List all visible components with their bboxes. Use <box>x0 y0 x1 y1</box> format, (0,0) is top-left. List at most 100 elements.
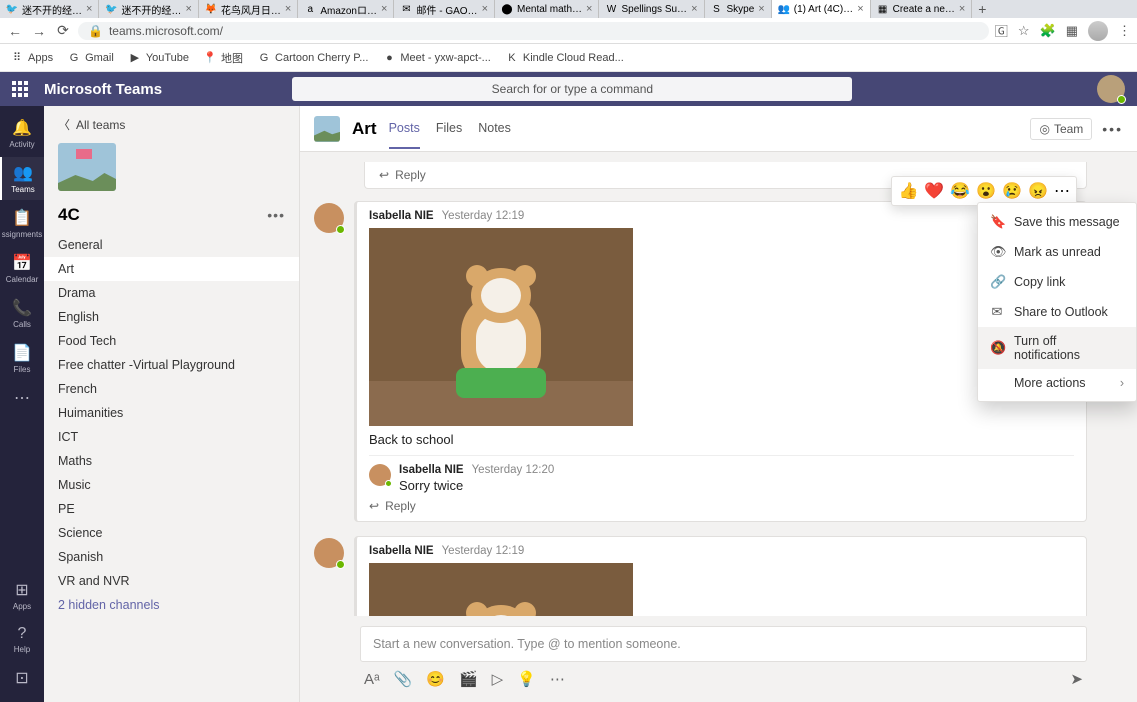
grid-icon[interactable]: ▦ <box>1066 23 1078 39</box>
channel-tab-files[interactable]: Files <box>436 109 462 149</box>
all-teams-link[interactable]: 〈All teams <box>44 106 299 143</box>
team-pill[interactable]: ◎Team <box>1030 118 1092 140</box>
browser-tab[interactable]: 👥(1) Art (4C)…× <box>772 0 871 18</box>
browser-tab[interactable]: 🐦迷不开的经…× <box>99 0 198 18</box>
reaction-emoji[interactable]: 😠 <box>1028 181 1048 201</box>
channel-item[interactable]: Drama <box>44 281 299 305</box>
menu-item[interactable]: 🔕Turn off notifications <box>978 327 1136 369</box>
channel-item[interactable]: Spanish <box>44 545 299 569</box>
rail-item-calls[interactable]: 📞Calls <box>0 292 44 335</box>
browser-tab[interactable]: ▦Create a ne…× <box>871 0 973 18</box>
channel-item[interactable]: French <box>44 377 299 401</box>
compose-tool[interactable]: ▷ <box>492 670 504 688</box>
rail-item-[interactable]: ⋯ <box>0 382 44 414</box>
rail-item-activity[interactable]: 🔔Activity <box>0 112 44 155</box>
reaction-emoji[interactable]: 😢 <box>1002 181 1022 201</box>
close-icon[interactable]: × <box>691 3 697 15</box>
close-icon[interactable]: × <box>86 3 92 15</box>
team-avatar[interactable] <box>58 143 116 191</box>
url-input[interactable]: 🔒teams.microsoft.com/ <box>78 22 989 40</box>
rail-item-calendar[interactable]: 📅Calendar <box>0 247 44 290</box>
close-icon[interactable]: × <box>185 3 191 15</box>
bookmark[interactable]: ●Meet - yxw-apct-... <box>382 51 490 65</box>
compose-tool[interactable]: 🎬 <box>459 670 478 688</box>
send-button[interactable]: ➤ <box>1070 670 1083 688</box>
bookmark[interactable]: ⠿Apps <box>10 51 53 65</box>
browser-tab[interactable]: WSpellings Su…× <box>599 0 704 18</box>
menu-item[interactable]: 👁Mark as unread <box>978 237 1136 267</box>
browser-tab[interactable]: aAmazonロ…× <box>298 0 394 18</box>
star-icon[interactable]: ☆ <box>1018 23 1030 39</box>
new-tab-button[interactable]: + <box>972 1 992 17</box>
compose-tool[interactable]: 💡 <box>517 670 536 688</box>
compose-tool[interactable]: Aᵃ <box>364 671 380 688</box>
reaction-emoji[interactable]: 😮 <box>976 181 996 201</box>
reaction-emoji[interactable]: ❤️ <box>924 181 944 201</box>
reply-button[interactable]: ↩Reply <box>369 493 1074 513</box>
channel-item[interactable]: ICT <box>44 425 299 449</box>
avatar[interactable] <box>314 203 344 233</box>
channel-item[interactable]: Maths <box>44 449 299 473</box>
app-launcher-icon[interactable] <box>12 81 28 97</box>
message-image[interactable] <box>369 228 633 426</box>
channel-item[interactable]: General <box>44 233 299 257</box>
search-input[interactable]: Search for or type a command <box>292 77 852 101</box>
rail-item-help[interactable]: ?Help <box>0 619 44 660</box>
nav-reload[interactable]: ⟳ <box>54 22 72 39</box>
channel-item[interactable]: Science <box>44 521 299 545</box>
bookmark[interactable]: GCartoon Cherry P... <box>257 51 368 65</box>
browser-menu[interactable]: ⋮ <box>1118 23 1131 39</box>
browser-tab[interactable]: ✉邮件 - GAO…× <box>394 0 495 18</box>
reaction-emoji[interactable]: 👍 <box>898 181 918 201</box>
avatar[interactable] <box>369 464 391 486</box>
message-image[interactable] <box>369 563 633 616</box>
close-icon[interactable]: × <box>381 3 387 15</box>
rail-item-teams[interactable]: 👥Teams <box>0 157 44 200</box>
compose-tool[interactable]: 📎 <box>394 670 413 688</box>
rail-item-apps[interactable]: ⊞Apps <box>0 574 44 617</box>
browser-tab[interactable]: 🦊花鸟风月日…× <box>199 0 298 18</box>
bookmark[interactable]: KKindle Cloud Read... <box>505 51 624 65</box>
rail-item-ssignments[interactable]: 📋ssignments <box>0 202 44 245</box>
puzzle-icon[interactable]: 🧩 <box>1040 23 1056 39</box>
menu-item[interactable]: More actions› <box>978 369 1136 397</box>
nav-forward[interactable]: → <box>30 23 48 39</box>
compose-tool[interactable]: ⋯ <box>550 670 565 688</box>
team-more-icon[interactable]: ••• <box>267 207 285 223</box>
channel-item[interactable]: Music <box>44 473 299 497</box>
menu-item[interactable]: ✉Share to Outlook <box>978 297 1136 327</box>
channel-item[interactable]: Huimanities <box>44 401 299 425</box>
close-icon[interactable]: × <box>758 3 764 15</box>
close-icon[interactable]: × <box>959 3 965 15</box>
bookmark[interactable]: 📍地图 <box>203 50 243 66</box>
menu-item[interactable]: 🔗Copy link <box>978 267 1136 297</box>
browser-tab[interactable]: SSkype× <box>705 0 772 18</box>
rail-item-extra[interactable]: ⊡ <box>0 662 44 694</box>
more-icon[interactable]: ⋯ <box>1054 181 1070 201</box>
menu-item[interactable]: 🔖Save this message <box>978 207 1136 237</box>
close-icon[interactable]: × <box>857 3 863 15</box>
channel-item[interactable]: Food Tech <box>44 329 299 353</box>
close-icon[interactable]: × <box>285 3 291 15</box>
rail-item-files[interactable]: 📄Files <box>0 337 44 380</box>
compose-input[interactable]: Start a new conversation. Type @ to ment… <box>360 626 1087 662</box>
bookmark[interactable]: GGmail <box>67 51 114 65</box>
bookmark[interactable]: ▶YouTube <box>128 51 189 65</box>
reaction-emoji[interactable]: 😂 <box>950 181 970 201</box>
close-icon[interactable]: × <box>482 3 488 15</box>
hidden-channels-link[interactable]: 2 hidden channels <box>44 593 299 617</box>
profile-avatar[interactable] <box>1097 75 1125 103</box>
browser-tab[interactable]: ⬤Mental math…× <box>495 0 599 18</box>
channel-tab-posts[interactable]: Posts <box>389 109 420 149</box>
avatar[interactable] <box>314 538 344 568</box>
browser-profile[interactable] <box>1088 21 1108 41</box>
compose-tool[interactable]: 😊 <box>426 670 445 688</box>
nav-back[interactable]: ← <box>6 23 24 39</box>
channel-item[interactable]: Free chatter -Virtual Playground <box>44 353 299 377</box>
channel-tab-notes[interactable]: Notes <box>478 109 511 149</box>
close-icon[interactable]: × <box>586 3 592 15</box>
channel-item[interactable]: VR and NVR <box>44 569 299 593</box>
channel-more-icon[interactable]: ••• <box>1102 121 1123 137</box>
translate-icon[interactable]: 🄶 <box>995 21 1008 40</box>
channel-item[interactable]: English <box>44 305 299 329</box>
